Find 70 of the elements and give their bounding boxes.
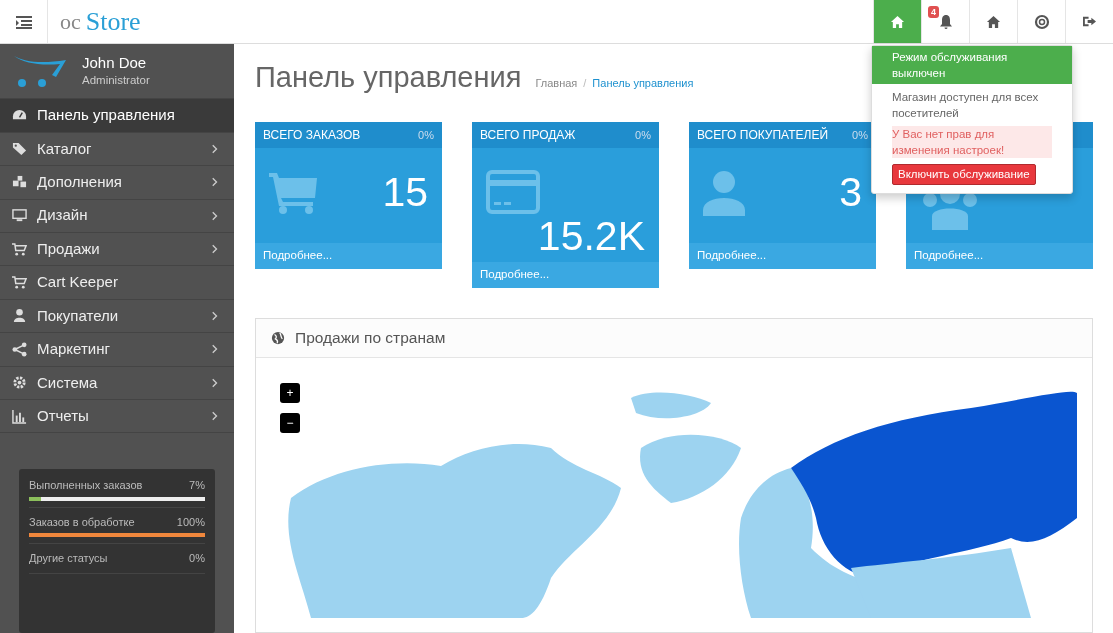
- zoom-in-button[interactable]: +: [280, 383, 300, 403]
- breadcrumb-separator: /: [583, 76, 587, 91]
- user-icon: [12, 308, 27, 324]
- breadcrumb-link[interactable]: Панель управления: [592, 75, 694, 92]
- chevron-right-icon: [212, 210, 218, 221]
- zoom-out-button[interactable]: −: [280, 413, 300, 433]
- cart-icon: [12, 241, 27, 257]
- sidebar-menu-item[interactable]: Продажи: [0, 232, 234, 267]
- gear-icon: [12, 375, 27, 391]
- logo-text[interactable]: oc: [60, 5, 81, 38]
- notifications-button[interactable]: 4: [921, 0, 969, 43]
- cart-icon: [12, 275, 27, 291]
- puzzle-icon: [12, 174, 27, 190]
- credit-card-icon: [486, 170, 540, 214]
- tile-change: 0%: [852, 127, 868, 143]
- chevron-right-icon: [212, 344, 218, 355]
- bar-chart-icon: [12, 408, 27, 424]
- home-icon: [890, 14, 905, 29]
- sidebar-menu-item[interactable]: Покупатели: [0, 299, 234, 334]
- lifebuoy-icon: [1033, 13, 1050, 30]
- chevron-right-icon: [212, 244, 218, 255]
- chevron-right-icon: [212, 411, 218, 422]
- tile-value: 15: [382, 170, 428, 214]
- sidebar-menu-item[interactable]: Дополнения: [0, 166, 234, 200]
- user-icon: [703, 170, 745, 216]
- share-icon: [12, 341, 27, 357]
- enable-maintenance-button[interactable]: Включить обслуживание: [892, 164, 1036, 186]
- sidebar-menu-item[interactable]: Маркетинг: [0, 333, 234, 367]
- panel-title: Продажи по странам: [295, 328, 446, 349]
- chevron-right-icon: [212, 143, 218, 154]
- tile-change: 0%: [418, 127, 434, 143]
- tile-title: ВСЕГО ПРОДАЖ: [480, 127, 576, 144]
- tile-value: 3: [839, 170, 862, 214]
- maintenance-info-text: Магазин доступен для всех посетителей: [891, 90, 1040, 121]
- globe-icon: [271, 331, 285, 345]
- permission-warning-text: У Вас нет прав для изменения настроек!: [892, 126, 1052, 158]
- chevron-right-icon: [212, 310, 218, 321]
- bell-icon: [937, 13, 954, 30]
- chevron-right-icon: [212, 377, 218, 388]
- store-logo[interactable]: oc Store: [48, 0, 141, 43]
- status-percent: 100%: [176, 514, 205, 530]
- user-role: Administrator: [82, 73, 150, 88]
- sidebar-menu-item[interactable]: Система: [0, 366, 234, 400]
- sidebar-menu-item[interactable]: Дизайн: [0, 199, 234, 233]
- tile-change: 0%: [635, 127, 651, 143]
- sidebar-menu-item[interactable]: Каталог: [0, 132, 234, 167]
- maintenance-button[interactable]: [873, 0, 921, 43]
- status-label: Выполненных заказов: [29, 478, 143, 494]
- sign-out-icon: [1082, 15, 1097, 28]
- status-percent: 7%: [189, 478, 205, 494]
- notification-count-badge: 4: [928, 6, 939, 18]
- sidebar-menu-item[interactable]: Cart Keeper: [0, 266, 234, 300]
- page-title: Панель управления: [255, 60, 522, 95]
- chevron-right-icon: [212, 177, 218, 188]
- home-icon: [986, 14, 1001, 29]
- sidebar-menu-item[interactable]: Панель управления: [0, 99, 234, 133]
- menu-icon: [15, 14, 32, 29]
- maintenance-status: Режим обслуживания выключен: [872, 46, 1072, 84]
- tile-title: ВСЕГО ПОКУПАТЕЛЕЙ: [697, 126, 828, 144]
- status-percent: 0%: [189, 551, 205, 567]
- status-label: Заказов в обработке: [29, 514, 135, 530]
- monitor-icon: [12, 208, 27, 224]
- tile-value: 15.2K: [537, 214, 645, 258]
- tile-title: ВСЕГО ЗАКАЗОВ: [263, 127, 361, 144]
- sidebar-menu-item[interactable]: Отчеты: [0, 399, 234, 434]
- user-name: John Doe: [82, 53, 148, 72]
- breadcrumb-link[interactable]: Главная: [535, 75, 578, 92]
- status-label: Другие статусы: [29, 551, 108, 567]
- cart-icon: [269, 170, 319, 214]
- tag-icon: [12, 141, 27, 157]
